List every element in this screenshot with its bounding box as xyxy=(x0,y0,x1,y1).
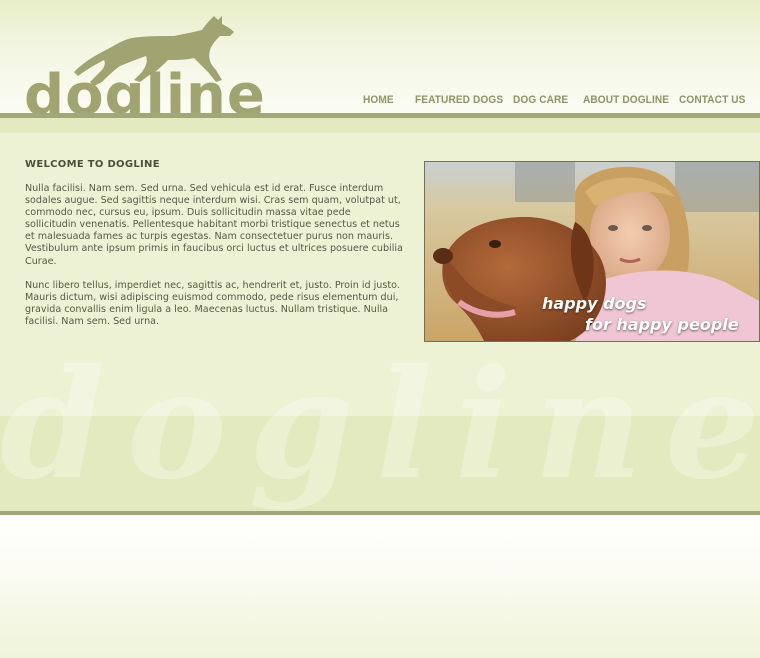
header-sub-band xyxy=(0,118,760,133)
page-title: WELCOME TO DOGLINE xyxy=(25,159,160,170)
nav-featured-dogs[interactable]: FEATURED DOGS xyxy=(415,94,503,106)
tagline-line-2: for happy people xyxy=(585,315,739,334)
intro-paragraph: Nulla facilisi. Nam sem. Sed urna. Sed v… xyxy=(25,183,403,267)
nav-about-dogline[interactable]: ABOUT DOGLINE xyxy=(583,94,669,106)
logo[interactable]: dogline xyxy=(22,10,302,125)
nav-dog-care[interactable]: DOG CARE xyxy=(513,94,568,106)
nav-contact-us[interactable]: CONTACT US xyxy=(679,94,746,106)
second-paragraph: Nunc libero tellus, imperdiet nec, sagit… xyxy=(25,280,400,328)
footer-area xyxy=(0,515,760,658)
tagline-line-1: happy dogs xyxy=(542,294,647,313)
hero-photo: happy dogs for happy people xyxy=(424,161,760,342)
nav-home[interactable]: HOME xyxy=(363,94,394,106)
watermark-text: dogline xyxy=(0,337,760,513)
